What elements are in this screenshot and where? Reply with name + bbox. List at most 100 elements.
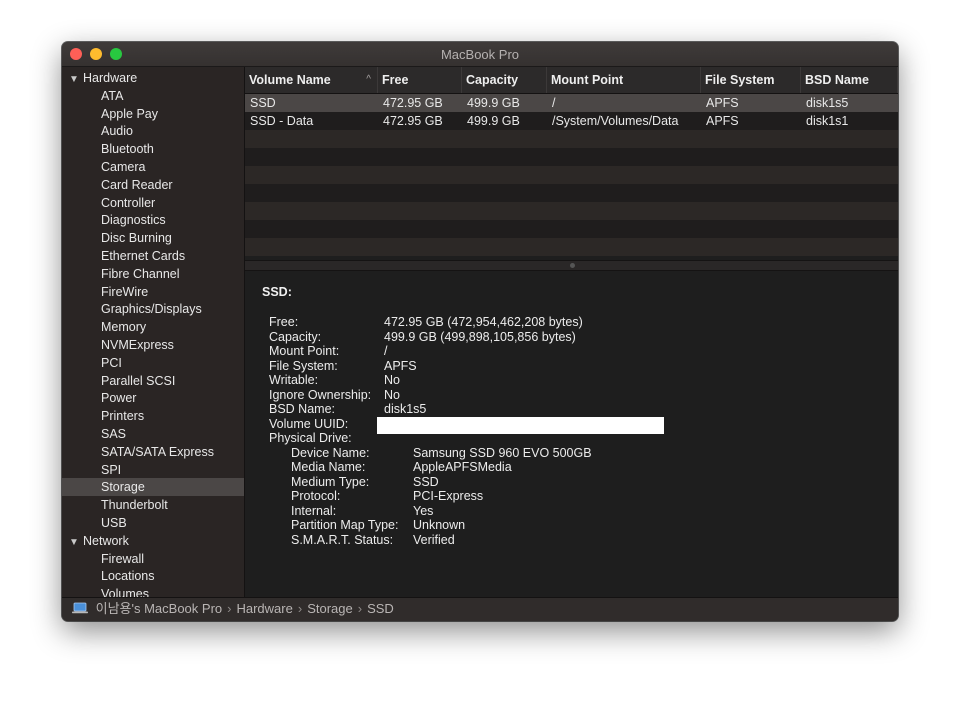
sidebar-section-label: Hardware — [83, 71, 138, 85]
breadcrumb-separator: › — [297, 601, 303, 616]
drive-label-device-name: Device Name: — [291, 445, 370, 460]
table-row[interactable]: SSD - Data 472.95 GB 499.9 GB/System/Volum… — [245, 112, 898, 130]
sidebar-section-hardware[interactable]: ▼ Hardware — [62, 69, 244, 87]
column-header-label: Mount Point — [551, 73, 624, 87]
sidebar-item-sas[interactable]: SAS — [62, 425, 244, 443]
drive-value-s-m-a-r-t-status: Verified — [413, 532, 455, 547]
cell-mount-point: / — [552, 96, 556, 110]
column-header-label: BSD Name — [805, 73, 869, 87]
drive-label-media-name: Media Name: — [291, 460, 366, 474]
sidebar-item-thunderbolt[interactable]: Thunderbolt — [62, 496, 244, 514]
sidebar-item-ata[interactable]: ATA — [62, 87, 244, 105]
sidebar-item-parallel-scsi[interactable]: Parallel SCSI — [62, 372, 244, 390]
drive-value-device-name: Samsung SSD 960 EVO 500GB — [413, 445, 592, 460]
cell-free: 472.95 GB — [383, 96, 443, 110]
sidebar-item-audio[interactable]: Audio — [62, 122, 244, 140]
drive-label-partition-map-type: Partition Map Type: — [291, 518, 399, 532]
cell-bsd-name: disk1s5 — [806, 96, 849, 110]
drive-label-s-m-a-r-t-status: S.M.A.R.T. Status: — [291, 532, 394, 547]
volume-uuid-redaction — [377, 417, 664, 434]
column-header-mount-point[interactable]: Mount Point — [547, 67, 701, 93]
breadcrumb-separator: › — [357, 601, 363, 616]
sidebar-item-bluetooth[interactable]: Bluetooth — [62, 140, 244, 158]
detail-label-ignore-ownership: Ignore Ownership: — [269, 387, 372, 402]
cell-file-system: APFS — [706, 96, 739, 110]
column-header-free[interactable]: Free — [378, 67, 462, 93]
detail-pane: SSD: Free: 472.95 GB (472,954,462,208 byt… — [245, 271, 898, 598]
sidebar-item-storage[interactable]: Storage — [62, 478, 244, 497]
detail-value-ignore-ownership: No — [384, 387, 400, 402]
detail-value-file-system: APFS — [384, 358, 417, 373]
title-bar[interactable]: MacBook Pro — [62, 42, 898, 67]
sidebar-item-firewall[interactable]: Firewall — [62, 550, 244, 568]
divider-handle-icon[interactable] — [569, 263, 575, 268]
column-header-bsd-name[interactable]: BSD Name — [801, 67, 898, 93]
sidebar-item-apple-pay[interactable]: Apple Pay — [62, 105, 244, 123]
detail-value-capacity: 499.9 GB (499,898,105,856 bytes) — [384, 329, 576, 344]
sidebar-item-usb[interactable]: USB — [62, 514, 244, 532]
sidebar-item-disc-burning[interactable]: Disc Burning — [62, 229, 244, 247]
sidebar-item-graphics-displays[interactable]: Graphics/Displays — [62, 300, 244, 318]
detail-value-writable: No — [384, 373, 400, 387]
column-header-capacity[interactable]: Capacity — [462, 67, 547, 93]
breadcrumb-item[interactable]: SSD — [367, 601, 394, 616]
detail-label-file-system: File System: — [269, 358, 338, 373]
drive-value-media-name: AppleAPFSMedia — [413, 460, 512, 474]
drive-label-medium-type: Medium Type: — [291, 474, 370, 489]
breadcrumb-item[interactable]: 이남용's MacBook Pro — [96, 601, 223, 616]
split-view-divider[interactable] — [245, 260, 898, 271]
sidebar-section-network[interactable]: ▼ Network — [62, 532, 244, 550]
sidebar-item-pci[interactable]: PCI — [62, 354, 244, 372]
column-header-volume-name[interactable]: Volume Name ^ — [245, 67, 378, 93]
sidebar-item-nvmexpress[interactable]: NVMExpress — [62, 336, 244, 354]
detail-value-mount-point: / — [384, 344, 388, 358]
drive-label-internal: Internal: — [291, 503, 337, 518]
column-header-label: File System — [705, 73, 775, 87]
column-header-label: Capacity — [466, 73, 519, 87]
sidebar-item-spi[interactable]: SPI — [62, 461, 244, 479]
sidebar-item-firewire[interactable]: FireWire — [62, 283, 244, 301]
sidebar-item-locations[interactable]: Locations — [62, 567, 244, 585]
sidebar-item-fibre-channel[interactable]: Fibre Channel — [62, 265, 244, 283]
empty-table-row — [245, 166, 898, 184]
sidebar-item-printers[interactable]: Printers — [62, 407, 244, 425]
detail-value-bsd-name: disk1s5 — [384, 402, 427, 416]
drive-value-protocol: PCI-Express — [413, 489, 484, 503]
sidebar-item-sata-sata-express[interactable]: SATA/SATA Express — [62, 443, 244, 461]
detail-label-capacity: Capacity: — [269, 329, 322, 344]
empty-table-row — [245, 238, 898, 256]
empty-table-row — [245, 220, 898, 238]
empty-table-row — [245, 130, 898, 148]
detail-label-mount-point: Mount Point: — [269, 344, 340, 358]
sidebar: ▼ Hardware ATA Apple Pay Audio Bluetooth Camer… — [62, 67, 245, 598]
empty-table-row — [245, 184, 898, 202]
laptop-icon — [72, 599, 88, 621]
sidebar-item-camera[interactable]: Camera — [62, 158, 244, 176]
sidebar-item-memory[interactable]: Memory — [62, 318, 244, 336]
sidebar-item-card-reader[interactable]: Card Reader — [62, 176, 244, 194]
drive-value-internal: Yes — [413, 503, 434, 518]
main-content: Volume Name ^ Free Capacity Mount Point File … — [245, 67, 898, 598]
column-header-file-system[interactable]: File System — [701, 67, 801, 93]
cell-volume-name: SSD — [250, 96, 276, 110]
detail-label-physical-drive: Physical Drive: — [269, 431, 352, 445]
cell-mount-point: /System/Volumes/Data — [552, 114, 679, 128]
sidebar-item-ethernet-cards[interactable]: Ethernet Cards — [62, 247, 244, 265]
empty-table-row — [245, 202, 898, 220]
sidebar-item-power[interactable]: Power — [62, 389, 244, 407]
system-information-window: MacBook Pro ▼ Hardware ATA Apple Pay Audio Bl… — [62, 42, 898, 621]
breadcrumb-item[interactable]: Storage — [307, 601, 353, 616]
breadcrumb-separator: › — [227, 601, 232, 616]
drive-label-protocol: Protocol: — [291, 489, 341, 503]
breadcrumb-item[interactable]: Hardware — [236, 601, 292, 616]
table-row[interactable]: SSD 472.95 GB 499.9 GB / APFS disk1s5 — [245, 94, 898, 112]
table-header: Volume Name ^ Free Capacity Mount Point File … — [245, 67, 898, 94]
sidebar-item-controller[interactable]: Controller — [62, 194, 244, 212]
column-header-label: Free — [382, 73, 409, 87]
window-title: MacBook Pro — [440, 47, 520, 62]
sidebar-item-diagnostics[interactable]: Diagnostics — [62, 211, 244, 229]
column-header-label: Volume Name — [249, 73, 331, 87]
drive-value-medium-type: SSD — [413, 474, 439, 489]
sort-ascending-icon[interactable]: ^ — [366, 67, 371, 93]
cell-free: 472.95 GB — [383, 114, 443, 128]
